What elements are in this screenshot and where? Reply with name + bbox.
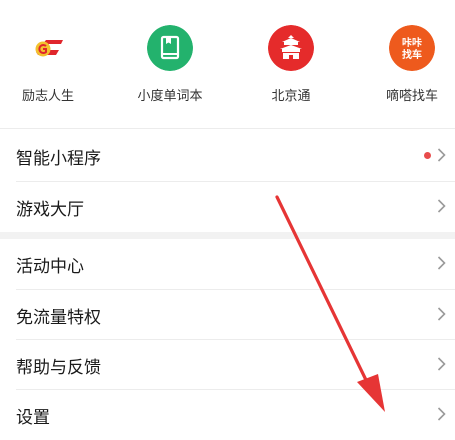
- app-shortcut-row: 励志人生 小度单词本 北京通 咔咔 找车 嘀嗒找车: [0, 0, 455, 128]
- didi-car-icon: 咔咔 找车: [389, 25, 435, 71]
- chevron-right-icon: [437, 407, 446, 421]
- menu-item-help-feedback[interactable]: 帮助与反馈: [0, 340, 455, 390]
- menu-item-game-hall[interactable]: 游戏大厅: [0, 182, 455, 232]
- menu-item-label: 智能小程序: [16, 149, 101, 169]
- chevron-right-icon: [437, 148, 446, 162]
- menu-item-label: 游戏大厅: [16, 200, 84, 220]
- app-label: 北京通: [271, 89, 311, 104]
- app-label: 励志人生: [21, 89, 74, 104]
- book-icon: [147, 25, 193, 71]
- lizhi-logo-icon: [25, 25, 71, 71]
- app-dida-car[interactable]: 咔咔 找车 嘀嗒找车: [367, 25, 455, 104]
- app-label: 嘀嗒找车: [385, 89, 438, 104]
- divider: [0, 128, 455, 129]
- menu-item-settings[interactable]: 设置: [0, 390, 455, 440]
- section-separator: [0, 232, 455, 239]
- chevron-right-icon: [437, 357, 446, 371]
- svg-text:咔咔: 咔咔: [402, 36, 422, 49]
- notification-dot: [424, 152, 431, 159]
- chevron-right-icon: [437, 199, 446, 213]
- app-label: 小度单词本: [137, 89, 203, 104]
- app-xiaodu-vocab[interactable]: 小度单词本: [125, 25, 215, 104]
- chevron-right-icon: [437, 307, 446, 321]
- temple-icon: [268, 25, 314, 71]
- svg-text:找车: 找车: [402, 48, 422, 61]
- app-lizhi[interactable]: 励志人生: [3, 25, 93, 104]
- menu-item-label: 活动中心: [16, 257, 84, 277]
- menu-item-label: 帮助与反馈: [16, 358, 101, 378]
- chevron-right-icon: [437, 256, 446, 270]
- app-beijing-tong[interactable]: 北京通: [246, 25, 336, 104]
- menu-item-activity-center[interactable]: 活动中心: [0, 239, 455, 289]
- menu-item-free-data[interactable]: 免流量特权: [0, 290, 455, 340]
- menu-item-label: 免流量特权: [16, 308, 101, 328]
- menu-item-label: 设置: [16, 408, 50, 428]
- menu-item-mini-programs[interactable]: 智能小程序: [0, 131, 455, 181]
